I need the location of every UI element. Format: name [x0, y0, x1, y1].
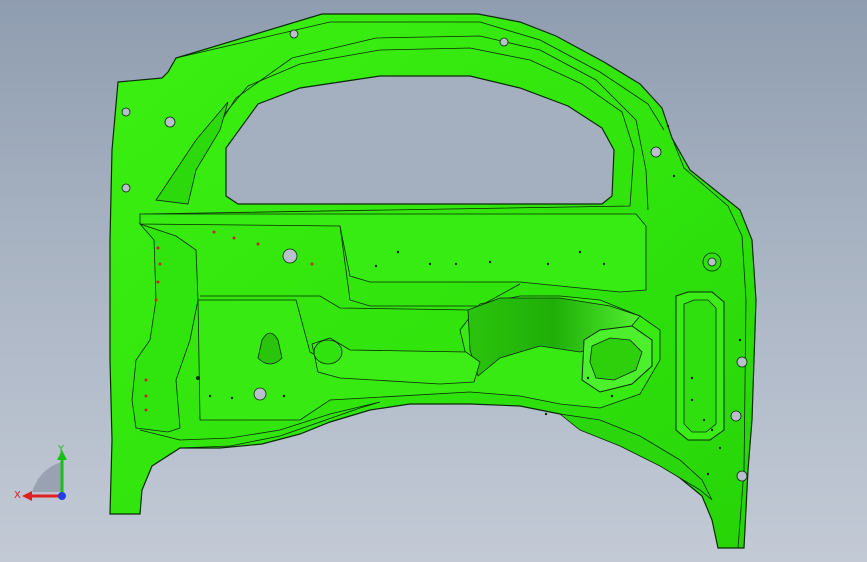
- triad-plane: [32, 462, 62, 492]
- axis-triad: Y X: [14, 444, 67, 501]
- right-vertical-rib-inner: [683, 299, 717, 433]
- hole: [121, 107, 131, 117]
- y-axis-label: Y: [57, 444, 65, 455]
- hole: [253, 387, 267, 401]
- hole: [650, 146, 662, 158]
- channel-end-loop: [313, 339, 343, 365]
- hole: [289, 29, 299, 39]
- hole: [730, 410, 742, 422]
- hole: [736, 356, 748, 368]
- hole: [499, 37, 509, 47]
- hole: [121, 183, 131, 193]
- x-axis-arrow: [22, 491, 32, 501]
- mount-boss-hole: [707, 257, 717, 267]
- sheet-metal-part[interactable]: [0, 0, 867, 562]
- x-axis-label: X: [14, 490, 21, 501]
- graphics-viewport[interactable]: Y X: [0, 0, 867, 562]
- hole: [282, 248, 298, 264]
- hole: [164, 116, 176, 128]
- z-axis-dot: [58, 492, 66, 500]
- hole: [736, 470, 748, 482]
